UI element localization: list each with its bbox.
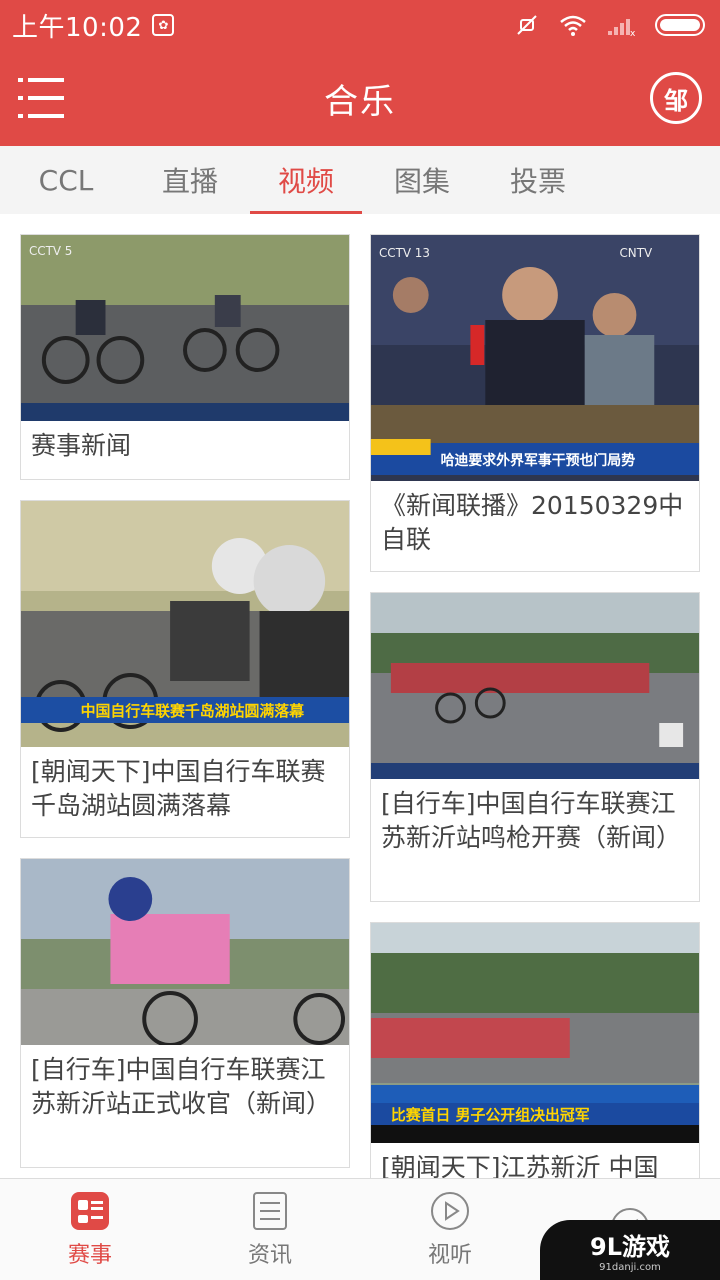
- video-card[interactable]: [自行车]中国自行车联赛江苏新沂站正式收官（新闻）: [20, 858, 350, 1168]
- nav-events[interactable]: 赛事: [0, 1179, 180, 1280]
- play-icon: [431, 1191, 469, 1230]
- site-watermark: 9L游戏 91danji.com: [540, 1220, 720, 1280]
- status-bar: 上午10:02 ✿ x: [0, 0, 720, 50]
- nav-media[interactable]: 视听: [360, 1179, 540, 1280]
- svg-text:CCTV 5: CCTV 5: [29, 244, 72, 258]
- status-time: 上午10:02: [12, 12, 143, 43]
- app-bar: 合乐 邹: [0, 50, 720, 146]
- thumb-overlay-text: 比赛首日 男子公开组决出冠军: [391, 1106, 590, 1124]
- list-menu-icon: [18, 78, 64, 118]
- svg-text:x: x: [630, 29, 636, 37]
- events-icon: [71, 1191, 109, 1230]
- menu-button[interactable]: [18, 76, 66, 120]
- wifi-icon: [560, 15, 586, 36]
- video-thumbnail: CCTV 5: [21, 235, 349, 421]
- watermark-sub: 91danji.com: [599, 1262, 661, 1273]
- thumb-overlay-text: 哈迪要求外界军事干预也门局势: [441, 452, 636, 469]
- nav-label: 赛事: [67, 1242, 112, 1268]
- video-card[interactable]: 中国自行车联赛千岛湖站圆满落幕 [朝闻天下]中国自行车联赛千岛湖站圆满落幕: [20, 500, 350, 838]
- tab-gallery[interactable]: 图集: [364, 146, 480, 214]
- video-caption: [朝闻天下]江苏新沂 中国: [381, 1153, 659, 1178]
- profile-badge-button[interactable]: 邹: [650, 72, 702, 124]
- video-thumbnail: 中国自行车联赛千岛湖站圆满落幕: [21, 501, 349, 747]
- tab-bar: CCL 直播 视频 图集 投票: [0, 146, 720, 214]
- battery-icon: [655, 14, 705, 36]
- video-caption: 《新闻联播》20150329中自联: [381, 491, 684, 554]
- video-card[interactable]: 比赛首日 男子公开组决出冠军 [朝闻天下]江苏新沂 中国: [370, 922, 700, 1178]
- thumb-overlay-text: 中国自行车联赛千岛湖站圆满落幕: [81, 702, 305, 720]
- video-card[interactable]: 哈迪要求外界军事干预也门局势 CCTV 13 CNTV 《新闻联播》201503…: [370, 234, 700, 572]
- video-thumbnail: 比赛首日 男子公开组决出冠军: [371, 923, 699, 1143]
- video-caption: [自行车]中国自行车联赛江苏新沂站正式收官（新闻）: [31, 1055, 332, 1118]
- tab-live[interactable]: 直播: [132, 146, 248, 214]
- tab-video[interactable]: 视频: [248, 146, 364, 214]
- tab-vote[interactable]: 投票: [480, 146, 596, 214]
- svg-text:CNTV: CNTV: [619, 246, 652, 260]
- video-caption: 赛事新闻: [31, 431, 132, 460]
- tab-ccl[interactable]: CCL: [0, 146, 132, 214]
- news-icon: [253, 1191, 287, 1230]
- nav-label: 视听: [427, 1242, 472, 1268]
- nav-news[interactable]: 资讯: [180, 1179, 360, 1280]
- video-card[interactable]: CCTV 5 赛事新闻: [20, 234, 350, 480]
- svg-text:CCTV 13: CCTV 13: [379, 246, 430, 260]
- status-icons: x: [514, 12, 708, 38]
- watermark-main: 9L游戏: [590, 1233, 670, 1261]
- video-thumbnail: [371, 593, 699, 779]
- video-caption: [自行车]中国自行车联赛江苏新沂站鸣枪开赛（新闻）: [381, 789, 682, 852]
- signal-icon: x: [608, 19, 636, 37]
- app-title: 合乐: [324, 81, 396, 122]
- video-thumbnail: 哈迪要求外界军事干预也门局势 CCTV 13 CNTV: [371, 235, 699, 481]
- mute-icon: [517, 15, 537, 35]
- nav-label: 资讯: [247, 1242, 292, 1268]
- notification-app-icon: ✿: [152, 14, 175, 36]
- video-grid[interactable]: CCTV 5 赛事新闻 中国自行车联赛千岛湖站圆满落幕 [朝闻天下]中国自行车联…: [0, 214, 720, 1178]
- video-caption: [朝闻天下]中国自行车联赛千岛湖站圆满落幕: [31, 757, 326, 820]
- video-thumbnail: [21, 859, 349, 1045]
- video-card[interactable]: [自行车]中国自行车联赛江苏新沂站鸣枪开赛（新闻）: [370, 592, 700, 902]
